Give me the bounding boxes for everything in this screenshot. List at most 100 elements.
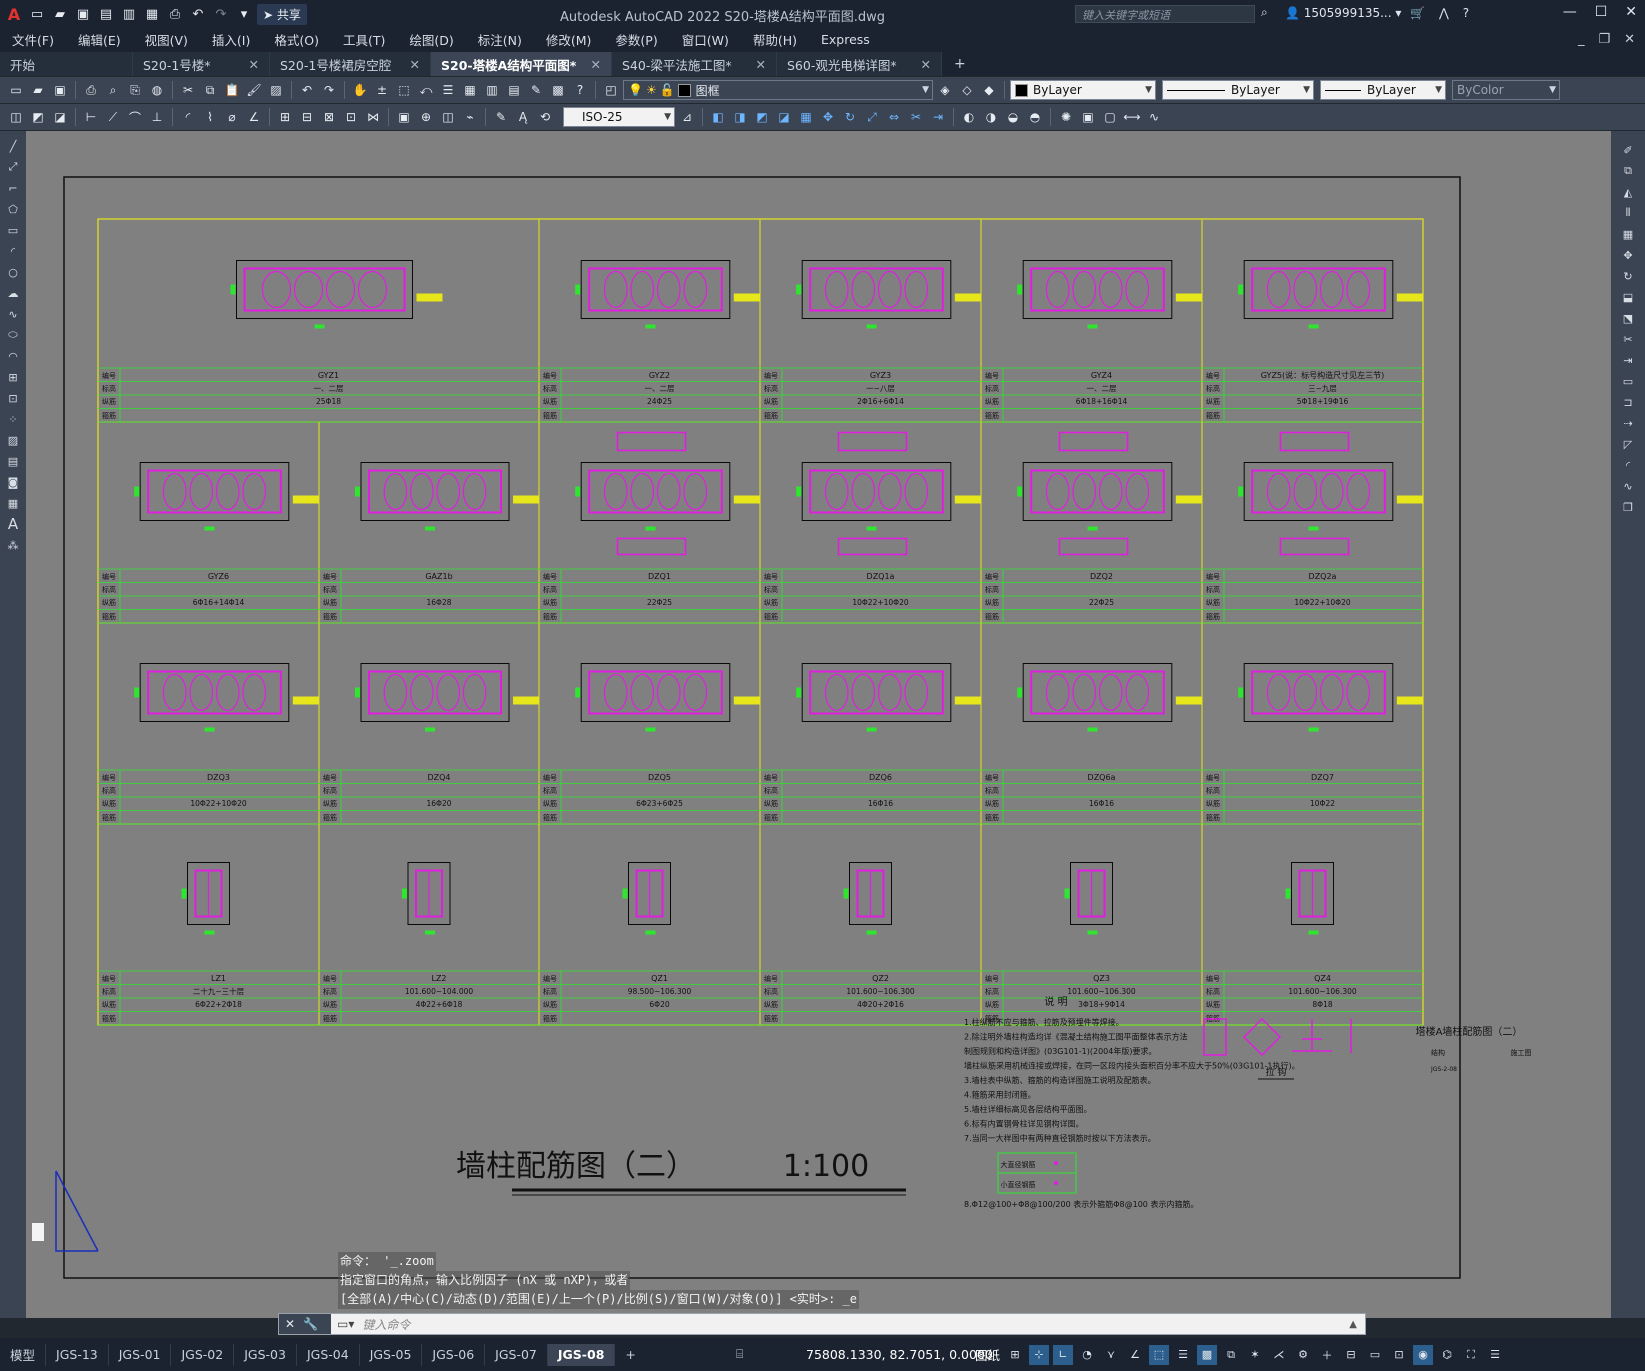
ordinate-dim-icon[interactable]: ⊥ [147,107,167,127]
line-icon[interactable]: ╱ [4,137,22,155]
scale-icon[interactable]: ⬓ [1619,288,1637,306]
grid-snap-icon[interactable]: ⊹ [1029,1344,1049,1365]
new-tab-button[interactable]: + [942,52,978,76]
doc-minimize-icon[interactable]: _ [1578,32,1585,47]
command-prompt-icon[interactable]: ▭▾ [331,1317,354,1331]
tab-s40-beam[interactable]: S40-梁平法施工图* ✕ [612,52,777,76]
zoom-realtime-icon[interactable]: ± [372,80,392,100]
object-snap-tracking-icon[interactable]: ∠ [1125,1345,1145,1365]
layout-tab-jgs-08[interactable]: JGS-08 [547,1343,616,1366]
save-icon[interactable]: ▣ [50,80,70,100]
radius-dim-icon[interactable]: ◜ [178,107,198,127]
layer-previous-icon[interactable]: ◇ [957,80,977,100]
calculator-icon[interactable]: ▩ [548,80,568,100]
close-icon[interactable]: ✕ [285,1317,295,1331]
new-icon[interactable]: ▭ [27,4,47,24]
doc-restore-icon[interactable]: ❐ [1598,32,1610,47]
tolerance-icon[interactable]: ▣ [394,107,414,127]
dim-space-icon[interactable]: ⊡ [341,107,361,127]
close-tab-icon[interactable]: ✕ [591,57,601,72]
paste-icon[interactable]: 📋 [222,80,242,100]
sheet-set-icon[interactable]: ▤ [504,80,524,100]
command-input[interactable]: 键入命令 [354,1316,410,1333]
dimstyle-manager-icon[interactable]: ⊿ [677,107,697,127]
menu-dimension[interactable]: 标注(N) [466,30,534,49]
fillet-icon[interactable]: ◓ [1025,107,1045,127]
rectangle-icon[interactable]: ▭ [4,221,22,239]
layer-states-icon[interactable]: ◆ [979,80,999,100]
chamfer-icon[interactable]: ◒ [1003,107,1023,127]
move-icon[interactable]: ✥ [1619,246,1637,264]
graphics-performance-icon[interactable]: ⌬ [1437,1345,1457,1365]
aligned-dim-icon[interactable]: ⟋ [103,107,123,127]
menu-view[interactable]: 视图(V) [133,30,200,49]
block-editor-icon[interactable]: ▨ [266,80,286,100]
menu-modify[interactable]: 修改(M) [534,30,604,49]
help-icon[interactable]: ? [570,80,590,100]
offset-icon[interactable]: ◪ [774,107,794,127]
jogged-dim-icon[interactable]: ⌇ [200,107,220,127]
menu-file[interactable]: 文件(F) [0,30,66,49]
selection-cycling-icon[interactable]: ⧉ [1221,1345,1241,1365]
offset-icon[interactable]: ⫴ [1619,204,1637,222]
layer-dropdown[interactable]: 💡 ☀ 🔓 图框 ▼ [623,80,933,100]
workspace-gear-icon[interactable]: ⚙ [1293,1345,1313,1365]
region-icon[interactable]: ◙ [4,473,22,491]
dim-edit-icon[interactable]: ✎ [491,107,511,127]
diameter-dim-icon[interactable]: ⌀ [222,107,242,127]
annotation-visibility-icon[interactable]: ✶ [1245,1345,1265,1365]
mirror-icon[interactable]: ◩ [752,107,772,127]
array-icon[interactable]: ▦ [1619,225,1637,243]
copy-icon[interactable]: ⧉ [1619,162,1637,180]
share-button[interactable]: ➤ 共享 [257,3,307,25]
isodraft-icon[interactable]: ⋎ [1101,1345,1121,1365]
polyline-icon[interactable]: ⌐ [4,179,22,197]
extend-icon[interactable]: ⇥ [1619,351,1637,369]
copy-icon[interactable]: ⧉ [200,80,220,100]
rotate-icon[interactable]: ↻ [1619,267,1637,285]
cut-icon[interactable]: ✂ [178,80,198,100]
paper-space-toggle[interactable]: 图纸 [975,1345,1000,1364]
help-icon[interactable]: ? [1463,6,1469,20]
design-center-icon[interactable]: ▦ [460,80,480,100]
markup-icon[interactable]: ✎ [526,80,546,100]
layout-tab-jgs-01[interactable]: JGS-01 [109,1343,172,1366]
erase-icon[interactable]: ◧ [708,107,728,127]
pan-icon[interactable]: ✋ [350,80,370,100]
add-selected-icon[interactable]: ⁂ [4,536,22,554]
customization-icon[interactable]: ☰ [1485,1345,1505,1365]
copy-object-icon[interactable]: ◨ [730,107,750,127]
layout-tab-jgs-07[interactable]: JGS-07 [485,1343,548,1366]
maximize-icon[interactable]: ☐ [1595,4,1608,20]
stretch-icon[interactable]: ⬔ [1619,309,1637,327]
undo-icon[interactable]: ↶ [297,80,317,100]
tab-s60-elevator[interactable]: S60-观光电梯详图* ✕ [777,52,942,76]
undo-icon[interactable]: ↶ [188,4,208,24]
plot-icon[interactable]: ⎙ [165,4,185,24]
circle-icon[interactable]: ○ [4,263,22,281]
layout-tab-model[interactable]: 模型 [0,1343,47,1366]
layout-tab-jgs-04[interactable]: JGS-04 [297,1343,360,1366]
menu-format[interactable]: 格式(O) [262,30,331,49]
break-at-point-icon[interactable]: ▭ [1619,372,1637,390]
construction-line-icon[interactable]: ⤢ [4,158,22,176]
point-icon[interactable]: ⁘ [4,410,22,428]
menu-parametric[interactable]: 参数(P) [603,30,669,49]
group-icon[interactable]: ▣ [1078,107,1098,127]
redo-icon[interactable]: ↷ [319,80,339,100]
layout-tab-jgs-13[interactable]: JGS-13 [46,1343,109,1366]
linetype-dropdown[interactable]: ByLayer ▼ [1162,80,1314,100]
layout-list-icon[interactable]: ⌸ [736,1347,743,1362]
menu-draw[interactable]: 绘图(D) [397,30,465,49]
zoom-window-icon[interactable]: ⬚ [394,80,414,100]
close-icon[interactable]: ✕ [1625,4,1637,20]
redo-icon[interactable]: ↷ [211,4,231,24]
mtext-icon[interactable]: A [4,515,22,533]
tab-s20-podium[interactable]: S20-1号楼裙房空腔 ✕ [270,52,431,76]
continue-dim-icon[interactable]: ⊠ [319,107,339,127]
zoom-previous-icon[interactable]: ⤺ [416,80,436,100]
preview-icon[interactable]: ⌕ [103,80,123,100]
qnew-icon[interactable]: ▭ [6,80,26,100]
menu-insert[interactable]: 插入(I) [200,30,262,49]
array-icon[interactable]: ▦ [796,107,816,127]
